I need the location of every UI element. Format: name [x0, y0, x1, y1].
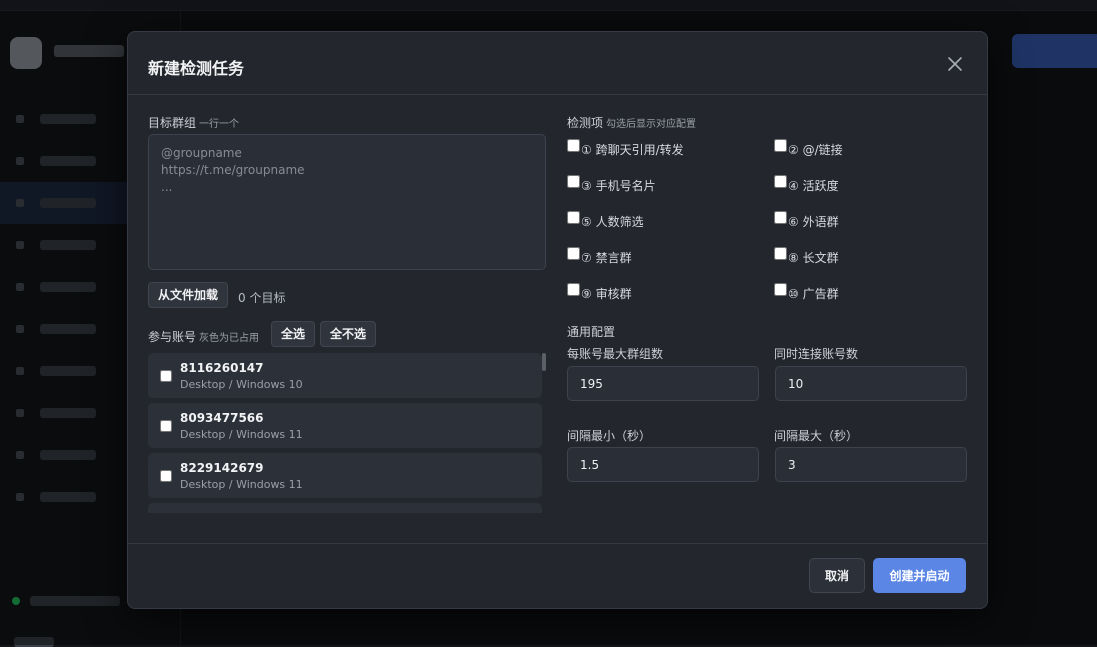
interval-max-input[interactable] [775, 447, 967, 482]
check-checkbox[interactable] [567, 283, 580, 296]
account-number: 8229142679 [180, 461, 264, 475]
check-checkbox[interactable] [567, 211, 580, 224]
account-checkbox[interactable] [160, 370, 172, 382]
check-checkbox[interactable] [774, 247, 787, 260]
accounts-label: 参与账号 灰色为已占用 [148, 330, 260, 344]
check-checkbox[interactable] [774, 211, 787, 224]
close-icon[interactable] [947, 56, 963, 72]
interval-min-label: 间隔最小（秒） [567, 429, 652, 443]
dialog-header: 新建检测任务 [128, 32, 987, 95]
dialog-title: 新建检测任务 [148, 59, 245, 78]
account-number: 8093477566 [180, 411, 264, 425]
account-item[interactable] [148, 503, 542, 513]
check-checkbox[interactable] [774, 139, 787, 152]
account-device: Desktop / Windows 11 [180, 428, 303, 441]
create-task-dialog: 新建检测任务 目标群组一行一个 从文件加载 0 个目标 参与账号灰色为已占用 全… [127, 31, 988, 609]
check-checkbox[interactable] [774, 175, 787, 188]
general-config-label: 通用配置 [567, 325, 616, 339]
account-checkbox[interactable] [160, 470, 172, 482]
account-device: Desktop / Windows 10 [180, 378, 303, 391]
cancel-button[interactable]: 取消 [809, 558, 865, 593]
target-count: 0 个目标 [238, 291, 286, 305]
concurrent-accounts-input[interactable] [775, 366, 967, 401]
interval-min-input[interactable] [567, 447, 759, 482]
max-groups-label: 每账号最大群组数 [567, 347, 664, 361]
account-checkbox[interactable] [160, 420, 172, 432]
create-and-start-button[interactable]: 创建并启动 [873, 558, 966, 593]
check-checkbox[interactable] [567, 247, 580, 260]
checks-label: 检测项 勾选后显示对应配置 [567, 116, 697, 130]
concurrent-accounts-label: 同时连接账号数 [774, 347, 859, 361]
account-item[interactable]: 8093477566 Desktop / Windows 11 [148, 403, 542, 448]
check-checkbox[interactable] [567, 139, 580, 152]
max-groups-input[interactable] [567, 366, 759, 401]
account-list-scrollbar[interactable] [542, 353, 546, 371]
account-item[interactable]: 8116260147 Desktop / Windows 10 [148, 353, 542, 398]
account-device: Desktop / Windows 11 [180, 478, 303, 491]
load-from-file-button[interactable]: 从文件加载 [148, 282, 229, 308]
account-list[interactable]: 8116260147 Desktop / Windows 10 80934775… [148, 353, 547, 513]
interval-max-label: 间隔最大（秒） [774, 429, 859, 443]
select-none-button[interactable]: 全不选 [320, 321, 377, 347]
check-checkbox[interactable] [774, 283, 787, 296]
target-groups-input[interactable] [148, 134, 546, 270]
account-number: 8116260147 [180, 361, 264, 375]
account-item[interactable]: 8229142679 Desktop / Windows 11 [148, 453, 542, 498]
target-groups-label: 目标群组 一行一个 [148, 116, 240, 130]
select-all-button[interactable]: 全选 [271, 321, 316, 347]
check-checkbox[interactable] [567, 175, 580, 188]
